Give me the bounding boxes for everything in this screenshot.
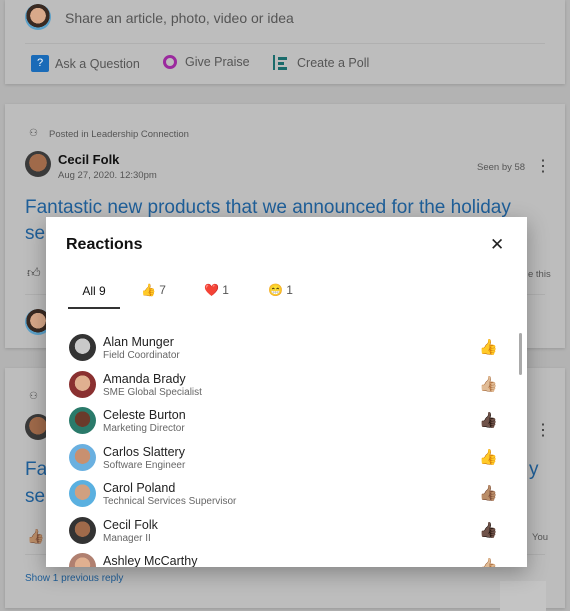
post-text-partial: y <box>529 459 539 480</box>
reaction-row[interactable]: Amanda Brady SME Global Specialist 👍🏼 <box>69 370 499 407</box>
question-icon: ? <box>31 55 49 72</box>
thumbs-up-icon: 👍🏽 <box>479 485 498 502</box>
person-title: Technical Services Supervisor <box>103 496 237 507</box>
reply-box[interactable] <box>500 581 546 611</box>
reaction-row[interactable]: Celeste Burton Marketing Director 👍🏿 <box>69 407 499 443</box>
avatar <box>25 4 51 30</box>
laugh-count: 1 <box>286 283 293 297</box>
like-count: 7 <box>159 283 166 297</box>
person-avatar <box>69 516 96 544</box>
person-name: Alan Munger <box>103 335 174 349</box>
person-name: Carol Poland <box>103 481 176 495</box>
composer-card: Share an article, photo, video or idea ?… <box>5 0 565 84</box>
thumbs-up-icon: 👍 <box>141 283 156 297</box>
thumbs-up-icon: 👍🏼 <box>479 558 498 567</box>
heart-count: 1 <box>222 283 229 297</box>
tab-underline <box>68 307 120 309</box>
divider <box>25 43 545 44</box>
person-title: SME Global Specialist <box>103 386 202 398</box>
heart-icon: ❤️ <box>204 283 219 297</box>
show-previous-reply-link[interactable]: Show 1 previous reply <box>25 573 123 584</box>
create-poll-label: Create a Poll <box>297 55 370 70</box>
reaction-row[interactable]: Cecil Folk Manager II 👍🏿 <box>69 516 499 553</box>
post-text-line2: se <box>25 223 46 244</box>
person-title: Marketing Director <box>103 423 185 434</box>
give-praise-button[interactable]: Give Praise <box>163 55 250 69</box>
thumbs-up-icon: 👍 <box>479 448 498 466</box>
person-avatar <box>69 553 96 567</box>
tab-all-label: All 9 <box>82 284 106 298</box>
like-icon[interactable]: 👍︎ <box>27 265 41 281</box>
posted-in: Posted in Leadership Connection <box>49 129 189 140</box>
thumbs-up-icon: 👍🏼 <box>479 375 498 393</box>
person-avatar <box>69 334 96 361</box>
post-text-line1: Fantastic new products that we announced… <box>25 197 511 218</box>
community-icon: ⚇ <box>29 128 38 139</box>
tab-like[interactable]: 👍 7 <box>141 283 166 297</box>
praise-badge-icon <box>163 55 177 69</box>
create-poll-button[interactable]: Create a Poll <box>273 55 369 70</box>
reactions-dialog: Reactions ✕ All 9 👍 7 ❤️ 1 😁 1 Alan Mung… <box>46 217 527 567</box>
person-title: Manager II <box>103 532 151 544</box>
poll-icon <box>273 55 289 70</box>
person-avatar <box>69 443 96 471</box>
you-liked: You <box>532 532 549 543</box>
person-avatar <box>69 370 96 398</box>
composer-input[interactable]: Share an article, photo, video or idea <box>65 10 294 26</box>
community-icon: ⚇ <box>29 391 38 402</box>
person-name: Amanda Brady <box>103 371 186 386</box>
tab-laugh[interactable]: 😁 1 <box>268 283 293 297</box>
person-name: Cecil Folk <box>103 517 158 532</box>
author-avatar <box>25 151 51 177</box>
person-avatar <box>69 480 96 507</box>
likes-text: e this <box>528 269 551 280</box>
ask-question-button[interactable]: ? Ask a Question <box>31 55 140 72</box>
liked-icon[interactable]: 👍🏽 <box>27 528 44 545</box>
reaction-row[interactable]: Carol Poland Technical Services Supervis… <box>69 480 499 516</box>
post-text-line2: se <box>25 486 46 507</box>
dialog-title: Reactions <box>66 236 143 253</box>
tab-all[interactable]: All 9 <box>68 273 120 309</box>
laugh-icon: 😁 <box>268 283 283 297</box>
scrollbar[interactable] <box>519 333 522 375</box>
person-name: Ashley McCarthy <box>103 554 198 567</box>
tab-heart[interactable]: ❤️ 1 <box>204 283 229 297</box>
author-name[interactable]: Cecil Folk <box>58 152 119 167</box>
more-options-icon[interactable]: ⋮ <box>535 156 551 176</box>
person-name: Carlos Slattery <box>103 444 185 459</box>
person-name: Celeste Burton <box>103 408 186 422</box>
person-title: Software Engineer <box>103 459 186 471</box>
reaction-row[interactable]: Carlos Slattery Software Engineer 👍 <box>69 443 499 480</box>
give-praise-label: Give Praise <box>185 55 250 69</box>
seen-by: Seen by 58 <box>477 162 526 173</box>
thumbs-up-icon: 👍 <box>479 339 498 356</box>
close-icon[interactable]: ✕ <box>490 235 504 255</box>
person-avatar <box>69 407 96 434</box>
person-title: Field Coordinator <box>103 350 180 361</box>
thumbs-up-icon: 👍🏿 <box>479 521 498 539</box>
post-text-line1: Fa <box>25 459 48 480</box>
reaction-row[interactable]: Alan Munger Field Coordinator 👍 <box>69 334 499 370</box>
more-options-icon[interactable]: ⋮ <box>535 420 551 440</box>
post-date: Aug 27, 2020. 12:30pm <box>58 170 157 181</box>
ask-question-label: Ask a Question <box>55 56 140 71</box>
thumbs-up-icon: 👍🏿 <box>479 412 498 429</box>
reaction-row[interactable]: Ashley McCarthy 👍🏼 <box>69 553 499 567</box>
